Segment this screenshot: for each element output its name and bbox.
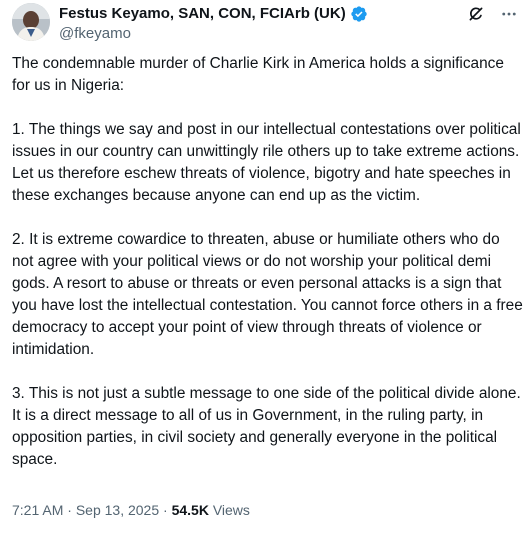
avatar[interactable] xyxy=(12,3,50,41)
author-display-name[interactable]: Festus Keyamo, SAN, CON, FCIArb (UK) xyxy=(59,4,346,23)
tweet-paragraph-intro: The condemnable murder of Charlie Kirk i… xyxy=(12,55,504,94)
grok-icon[interactable] xyxy=(467,5,485,23)
author-handle[interactable]: @fkeyamo xyxy=(59,24,131,43)
tweet-time[interactable]: 7:21 AM xyxy=(12,502,63,518)
tweet-paragraph-point-2: 2. It is extreme cowardice to threaten, … xyxy=(12,231,523,358)
author-name-row: Festus Keyamo, SAN, CON, FCIArb (UK) xyxy=(59,4,368,23)
meta-separator: · xyxy=(67,502,72,518)
tweet-paragraph-point-3: 3. This is not just a subtle message to … xyxy=(12,385,521,468)
views-label[interactable]: Views xyxy=(213,502,250,518)
avatar-image xyxy=(12,3,50,41)
tweet-text: The condemnable murder of Charlie Kirk i… xyxy=(12,53,524,493)
verified-badge-icon[interactable] xyxy=(350,5,368,23)
tweet-meta: 7:21 AM · Sep 13, 2025 · 54.5K Views xyxy=(12,500,250,520)
views-count[interactable]: 54.5K xyxy=(172,502,209,518)
tweet-top-actions xyxy=(467,5,519,23)
tweet: Festus Keyamo, SAN, CON, FCIArb (UK) @fk… xyxy=(0,0,531,533)
tweet-paragraph-point-1: 1. The things we say and post in our int… xyxy=(12,121,521,204)
tweet-date[interactable]: Sep 13, 2025 xyxy=(76,502,159,518)
more-options-icon[interactable] xyxy=(499,5,519,23)
meta-separator-2: · xyxy=(163,502,168,518)
